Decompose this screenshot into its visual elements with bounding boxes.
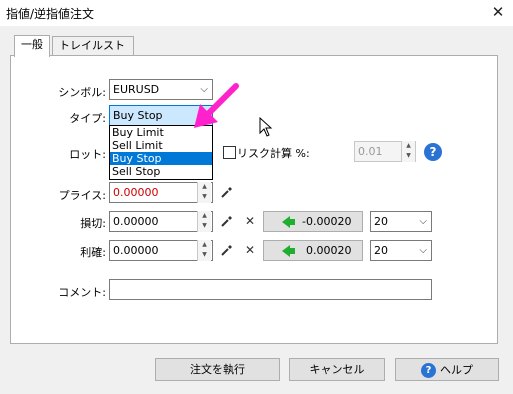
- price-label: プライス:: [58, 189, 106, 202]
- tab-general[interactable]: 一般: [14, 35, 50, 57]
- mouse-cursor-icon: [259, 117, 273, 137]
- dropdown-option-sell-limit[interactable]: Sell Limit: [110, 139, 212, 152]
- spin-up-icon: ▲: [202, 241, 207, 248]
- spin-down-icon: ▼: [202, 193, 207, 200]
- cancel-button[interactable]: キャンセル: [289, 358, 385, 381]
- chevron-down-icon: ⌵: [419, 216, 427, 227]
- stop-loss-level-button[interactable]: -0.00020: [263, 211, 363, 232]
- help-button[interactable]: ? ヘルプ: [395, 358, 499, 381]
- stop-loss-points-value: 20: [374, 215, 388, 228]
- take-profit-spinner[interactable]: ▲ ▼: [197, 240, 211, 261]
- help-button-label: ヘルプ: [440, 363, 473, 377]
- risk-spinner[interactable]: ▲ ▼: [401, 141, 415, 162]
- symbol-value: EURUSD: [113, 83, 160, 96]
- spin-up-icon: ▲: [406, 142, 411, 149]
- risk-checkbox[interactable]: [223, 146, 236, 159]
- take-profit-label: 利確:: [80, 246, 106, 259]
- clear-stop-loss-icon[interactable]: ✕: [245, 214, 255, 228]
- spin-up-icon: ▲: [202, 212, 207, 219]
- stop-loss-label: 損切:: [80, 217, 106, 230]
- stop-loss-points-select[interactable]: 20 ⌵: [370, 211, 432, 232]
- tab-trailing-stop[interactable]: トレイルストップ: [52, 36, 134, 70]
- type-dropdown-list[interactable]: Buy Limit Sell Limit Buy Stop Sell Stop: [109, 125, 213, 180]
- comment-label: コメント:: [58, 286, 106, 299]
- take-profit-points-select[interactable]: 20 ⌵: [370, 240, 432, 261]
- window-title: 指値/逆指値注文: [6, 7, 95, 21]
- stop-loss-level-value: -0.00020: [302, 215, 352, 228]
- clear-take-profit-icon[interactable]: ✕: [245, 243, 255, 257]
- help-icon[interactable]: ?: [424, 143, 442, 161]
- spin-down-icon: ▼: [202, 222, 207, 229]
- spin-down-icon: ▼: [202, 251, 207, 258]
- execute-order-button[interactable]: 注文を執行: [155, 358, 280, 381]
- comment-input[interactable]: [109, 279, 432, 300]
- type-value: Buy Stop: [113, 109, 163, 122]
- pipette-icon[interactable]: [220, 214, 234, 228]
- stop-loss-spinner[interactable]: ▲ ▼: [197, 211, 211, 232]
- spin-up-icon: ▲: [202, 183, 207, 190]
- pipette-icon[interactable]: [220, 243, 234, 257]
- spin-down-icon: ▼: [406, 152, 411, 159]
- help-icon: ?: [421, 362, 436, 378]
- take-profit-points-value: 20: [374, 244, 388, 257]
- take-profit-level-value: 0.00020: [306, 244, 352, 257]
- chevron-down-icon: ⌵: [419, 245, 427, 256]
- dropdown-option-sell-stop[interactable]: Sell Stop: [110, 165, 212, 178]
- dropdown-option-buy-stop[interactable]: Buy Stop: [110, 152, 212, 165]
- annotation-arrow-icon: [194, 83, 239, 128]
- pipette-icon[interactable]: [220, 185, 234, 199]
- arrow-left-icon: [282, 245, 295, 257]
- type-label: タイプ:: [69, 112, 106, 125]
- symbol-label: シンボル:: [58, 86, 106, 99]
- lot-label: ロット:: [69, 148, 106, 161]
- close-button[interactable]: ✕: [483, 0, 513, 26]
- risk-label: リスク計算 %:: [237, 147, 310, 160]
- take-profit-level-button[interactable]: 0.00020: [263, 240, 363, 261]
- arrow-left-icon: [282, 216, 295, 228]
- price-spinner[interactable]: ▲ ▼: [197, 182, 211, 203]
